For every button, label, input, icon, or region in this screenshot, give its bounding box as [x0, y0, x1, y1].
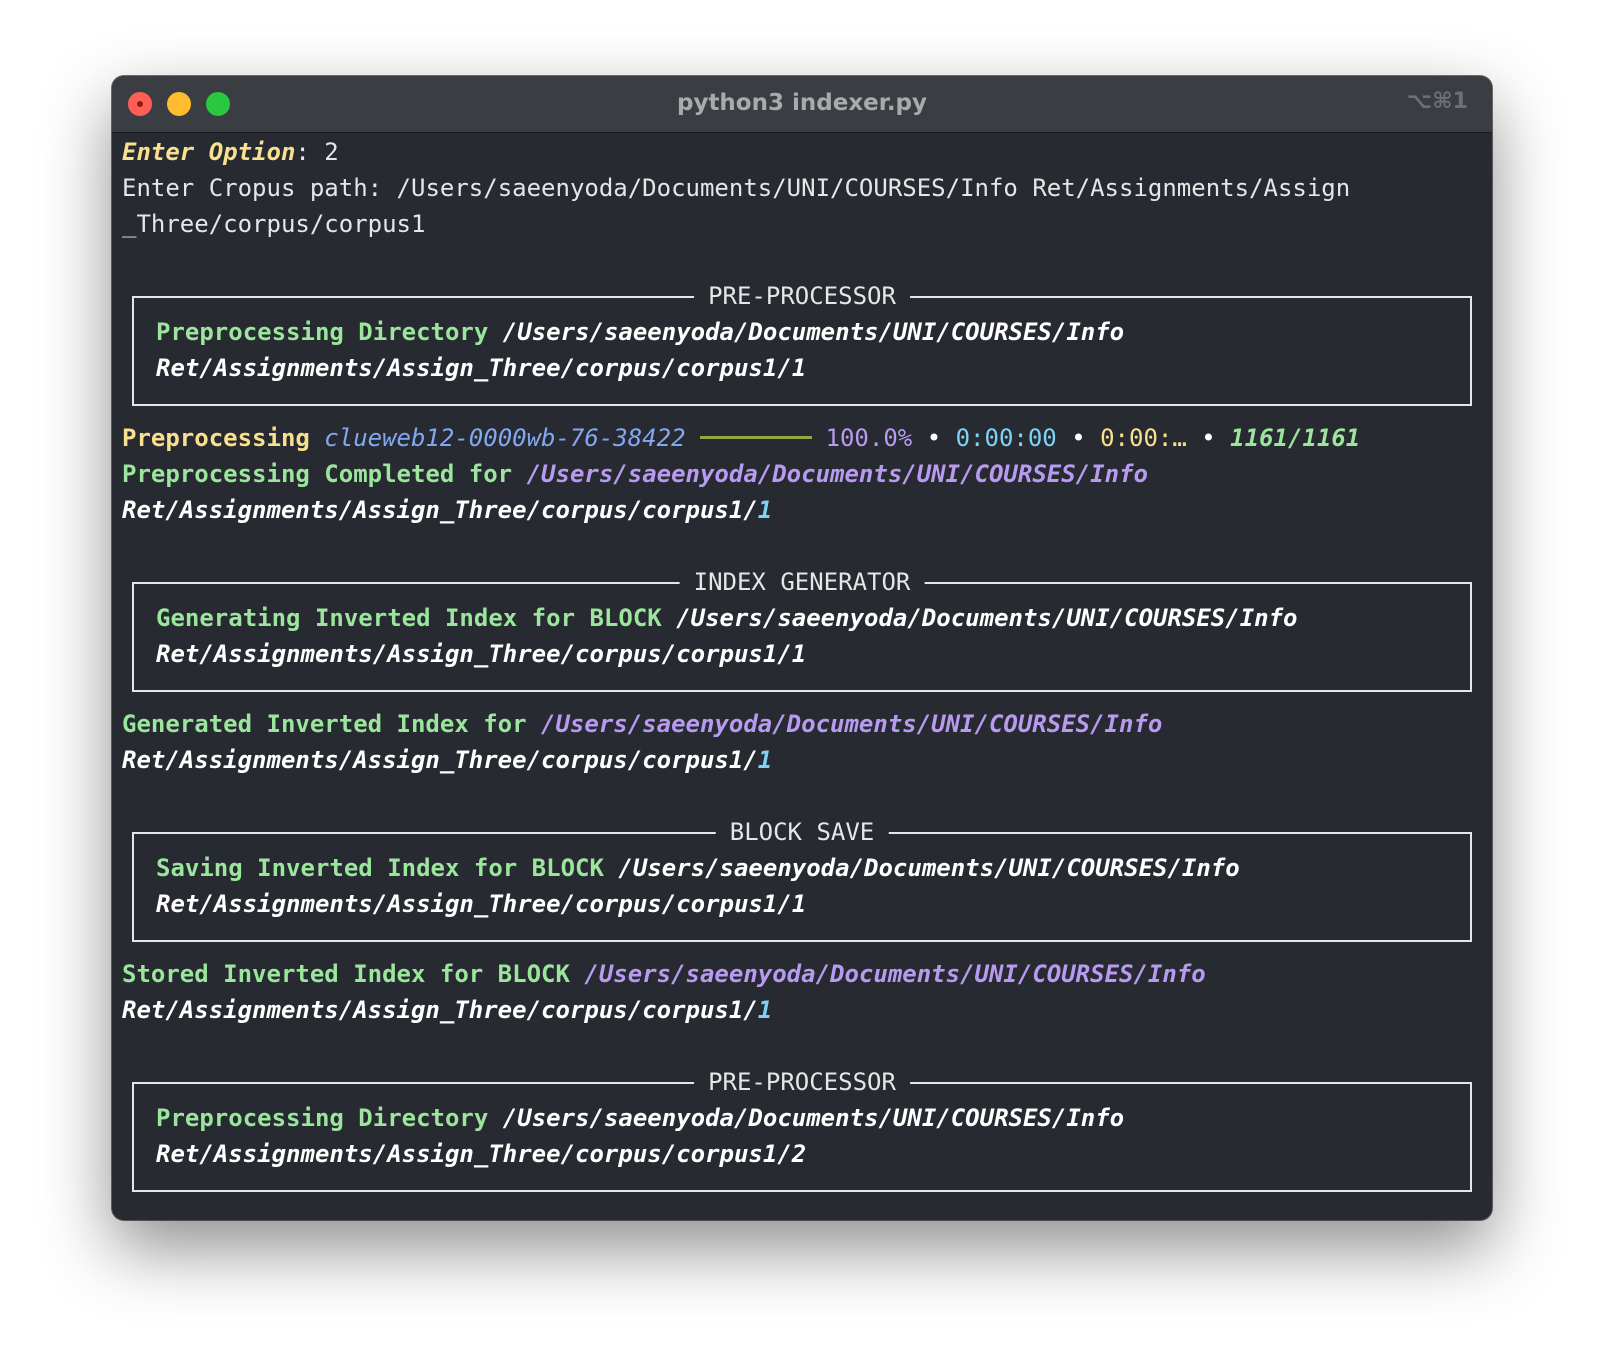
path-prompt-line: Enter Cropus path: /Users/saeenyoda/Docu…	[122, 170, 1482, 206]
progress-elapsed: 0:00:00	[955, 424, 1057, 452]
path-label: Enter Cropus path:	[122, 174, 397, 202]
panel-title: BLOCK SAVE	[715, 814, 889, 850]
generated-path-num: 1	[757, 746, 773, 774]
panel-label-text: Saving Inverted Index for BLOCK	[156, 854, 604, 882]
completed-label: Preprocessing Completed for	[122, 460, 513, 488]
progress-sep-1: •	[926, 424, 942, 452]
progress-count: 1161/1161	[1230, 424, 1361, 452]
panel-path-line1: /Users/saeenyoda/Documents/UNI/COURSES/I…	[502, 318, 1125, 346]
completed-path-line1: /Users/saeenyoda/Documents/UNI/COURSES/I…	[526, 460, 1148, 488]
progress-line: Preprocessing clueweb12-0000wb-76-38422 1…	[122, 420, 1482, 456]
progress-percent: 100.0%	[825, 424, 913, 452]
panel-path-line1: /Users/saeenyoda/Documents/UNI/COURSES/I…	[502, 1104, 1125, 1132]
progress-label: Preprocessing	[122, 424, 310, 452]
panel-path-line2: Ret/Assignments/Assign_Three/corpus/corp…	[156, 1140, 807, 1168]
stored-label: Stored Inverted Index for BLOCK	[122, 960, 570, 988]
panel-path-line1: /Users/saeenyoda/Documents/UNI/COURSES/I…	[676, 604, 1298, 632]
generated-path-line1: /Users/saeenyoda/Documents/UNI/COURSES/I…	[541, 710, 1163, 738]
panel-label-text: Preprocessing Directory	[156, 318, 489, 346]
panel-path-line2: Ret/Assignments/Assign_Three/corpus/corp…	[156, 640, 807, 668]
panel-title: PRE-PROCESSOR	[694, 278, 910, 314]
generated-path-line2: Ret/Assignments/Assign_Three/corpus/corp…	[122, 746, 758, 774]
panel-title: INDEX GENERATOR	[679, 564, 925, 600]
progress-bar	[699, 435, 812, 439]
path-value-line1: /Users/saeenyoda/Documents/UNI/COURSES/I…	[396, 174, 1351, 202]
generated-label: Generated Inverted Index for	[122, 710, 527, 738]
terminal-output[interactable]: Enter Option: 2 Enter Cropus path: /User…	[122, 134, 1482, 1220]
preprocessor-panel-2: PRE-PROCESSOR Preprocessing Directory /U…	[132, 1064, 1472, 1192]
option-separator: :	[295, 138, 325, 166]
option-value: 2	[324, 138, 339, 166]
panel-path-line2: Ret/Assignments/Assign_Three/corpus/corp…	[156, 890, 807, 918]
stored-path-num: 1	[757, 996, 773, 1024]
terminal-window: python3 indexer.py ⌥⌘1 Enter Option: 2 E…	[112, 76, 1492, 1220]
completed-path-line2: Ret/Assignments/Assign_Three/corpus/corp…	[122, 496, 758, 524]
progress-sep-2: •	[1071, 424, 1086, 452]
completed-path-num: 1	[757, 496, 773, 524]
completed-line: Preprocessing Completed for /Users/saeen…	[122, 456, 1482, 492]
window-title: python3 indexer.py	[676, 90, 928, 116]
preprocessor-panel: PRE-PROCESSOR Preprocessing Directory /U…	[132, 278, 1472, 406]
progress-remaining: 0:00:…	[1100, 424, 1187, 452]
block-save-panel: BLOCK SAVE Saving Inverted Index for BLO…	[132, 814, 1472, 942]
generated-wrap: Ret/Assignments/Assign_Three/corpus/corp…	[122, 742, 1482, 778]
panel-path-line2: Ret/Assignments/Assign_Three/corpus/corp…	[156, 354, 807, 382]
progress-file: clueweb12-0000wb-76-38422	[324, 424, 686, 452]
stored-path-line2: Ret/Assignments/Assign_Three/corpus/corp…	[122, 996, 758, 1024]
path-value-line2: _Three/corpus/corpus1	[122, 210, 426, 238]
title-bar: python3 indexer.py ⌥⌘1	[112, 76, 1492, 133]
completed-wrap: Ret/Assignments/Assign_Three/corpus/corp…	[122, 492, 1482, 528]
panel-label-text: Generating Inverted Index for BLOCK	[156, 604, 662, 632]
panel-path-line1: /Users/saeenyoda/Documents/UNI/COURSES/I…	[618, 854, 1240, 882]
stored-path-line1: /Users/saeenyoda/Documents/UNI/COURSES/I…	[584, 960, 1206, 988]
progress-sep-3: •	[1201, 424, 1216, 452]
index-generator-panel: INDEX GENERATOR Generating Inverted Inde…	[132, 564, 1472, 692]
generated-line: Generated Inverted Index for /Users/saee…	[122, 706, 1482, 742]
tab-shortcut-label: ⌥⌘1	[1406, 89, 1468, 114]
path-prompt-wrap: _Three/corpus/corpus1	[122, 206, 1482, 242]
option-line: Enter Option: 2	[122, 134, 1482, 170]
option-label: Enter Option	[122, 138, 296, 166]
panel-label-text: Preprocessing Directory	[156, 1104, 489, 1132]
stored-line: Stored Inverted Index for BLOCK /Users/s…	[122, 956, 1482, 992]
panel-title: PRE-PROCESSOR	[694, 1064, 910, 1100]
stored-wrap: Ret/Assignments/Assign_Three/corpus/corp…	[122, 992, 1482, 1028]
